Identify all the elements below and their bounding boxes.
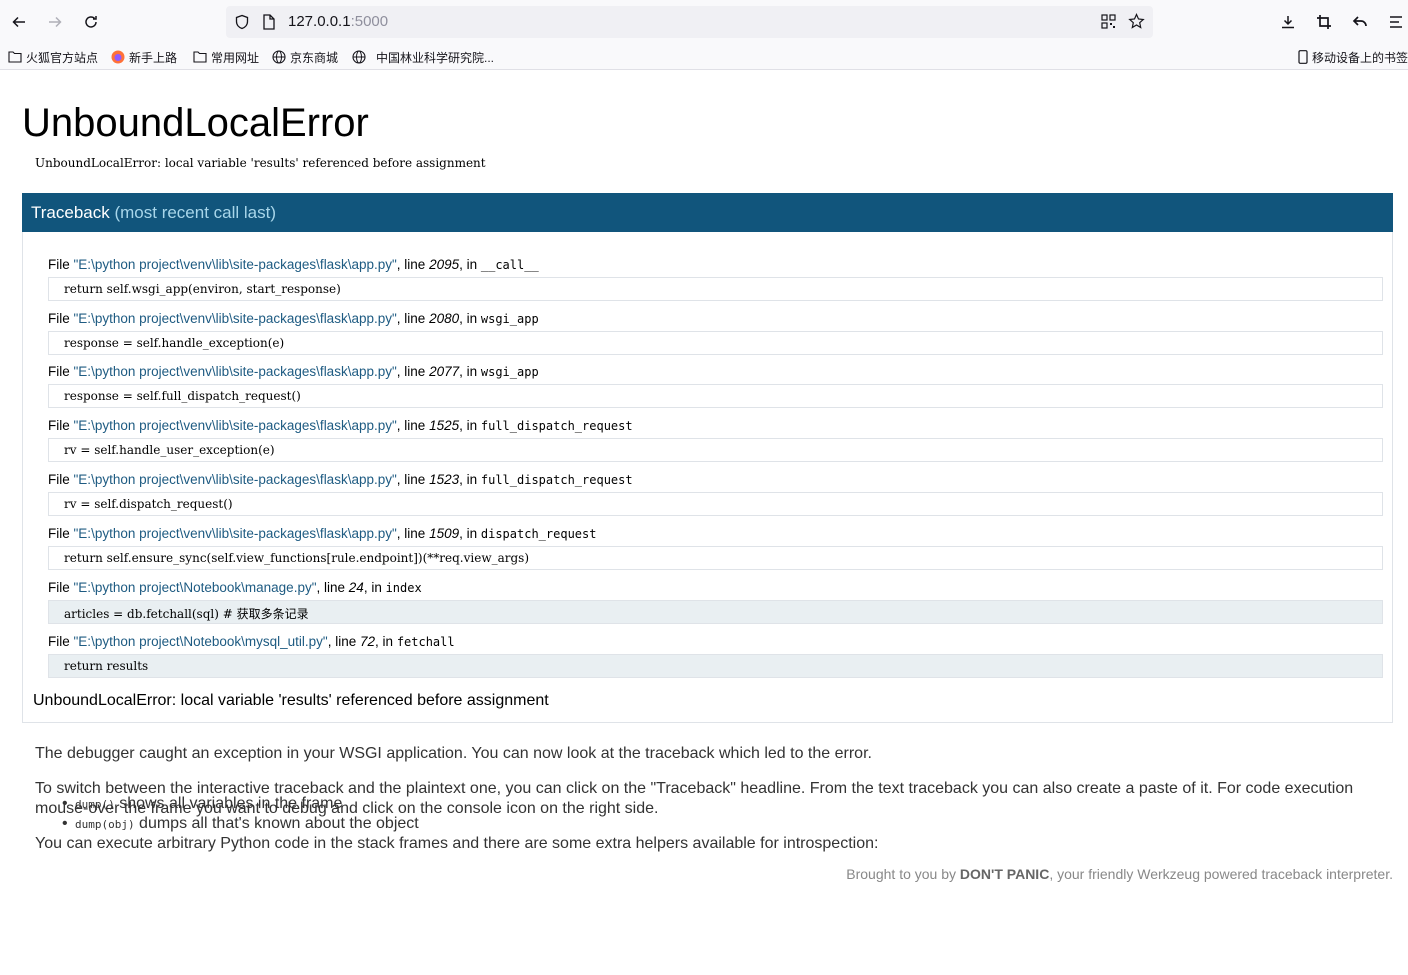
frame-header: File "E:\python project\Notebook\mysql_u…: [48, 634, 455, 649]
bookmark-item[interactable]: 火狐官方站点: [8, 47, 98, 67]
traceback-frame[interactable]: File "E:\python project\Notebook\manage.…: [48, 580, 1383, 624]
frame-line-number: 72: [360, 634, 376, 649]
traceback-frame[interactable]: File "E:\python project\Notebook\mysql_u…: [48, 634, 1383, 678]
globe-icon: [272, 50, 286, 64]
back-button[interactable]: [5, 8, 33, 36]
crop-icon: [1317, 15, 1331, 29]
folder-icon: [193, 51, 207, 63]
frame-line-number: 1509: [429, 526, 460, 541]
browser-toolbar: 127.0.0.1:5000: [0, 0, 1408, 44]
menu-icon: [1390, 16, 1402, 28]
frame-header: File "E:\python project\venv\lib\site-pa…: [48, 257, 539, 272]
frame-function: wsgi_app: [480, 312, 539, 326]
frame-function: index: [385, 581, 422, 595]
menu-button[interactable]: [1382, 8, 1408, 36]
traceback-frame[interactable]: File "E:\python project\venv\lib\site-pa…: [48, 257, 1383, 301]
undo-button[interactable]: [1346, 8, 1374, 36]
traceback-frame[interactable]: File "E:\python project\venv\lib\site-pa…: [48, 472, 1383, 516]
traceback-body: File "E:\python project\venv\lib\site-pa…: [22, 232, 1393, 723]
forward-button[interactable]: [41, 8, 69, 36]
frame-line-number: 2080: [429, 311, 460, 326]
frame-header: File "E:\python project\venv\lib\site-pa…: [48, 418, 633, 433]
frame-source-line[interactable]: return self.ensure_sync(self.view_functi…: [48, 546, 1383, 570]
page-title: UnboundLocalError: [22, 101, 369, 145]
frame-function: full_dispatch_request: [480, 419, 633, 433]
downloads-button[interactable]: [1274, 8, 1302, 36]
frame-line-number: 2095: [429, 257, 460, 272]
folder-icon: [8, 51, 22, 63]
frame-source-line[interactable]: response = self.full_dispatch_request(): [48, 384, 1383, 408]
frame-filename: "E:\python project\Notebook\manage.py": [73, 580, 317, 595]
traceback-subheading: (most recent call last): [114, 203, 277, 222]
helper-list: • dump() shows all variables in the frame…: [62, 795, 419, 835]
bookmark-item[interactable]: 新手上路: [111, 47, 177, 67]
frame-source-line[interactable]: return results: [48, 654, 1383, 678]
page-icon: [263, 14, 275, 30]
footer-brand: DON'T PANIC: [959, 866, 1050, 882]
frame-source-line[interactable]: articles = db.fetchall(sql) # 获取多条记录: [48, 600, 1383, 624]
explanation-paragraph: The debugger caught an exception in your…: [35, 745, 872, 762]
frame-source-line[interactable]: rv = self.dispatch_request(): [48, 492, 1383, 516]
screenshot-button[interactable]: [1310, 8, 1338, 36]
frame-filename: "E:\python project\venv\lib\site-package…: [73, 472, 397, 487]
reload-button[interactable]: [77, 8, 105, 36]
firefox-icon: [111, 50, 125, 64]
traceback-frame[interactable]: File "E:\python project\venv\lib\site-pa…: [48, 418, 1383, 462]
frame-line-number: 1523: [429, 472, 460, 487]
frame-filename: "E:\python project\Notebook\mysql_util.p…: [73, 634, 328, 649]
frame-header: File "E:\python project\Notebook\manage.…: [48, 580, 422, 595]
traceback-frame[interactable]: File "E:\python project\venv\lib\site-pa…: [48, 526, 1383, 570]
bookmark-item[interactable]: 京东商城: [272, 47, 338, 67]
list-item: • dump(obj) dumps all that's known about …: [62, 815, 419, 832]
footer: Brought to you by DON'T PANIC, your frie…: [846, 866, 1393, 882]
frame-source-line[interactable]: response = self.handle_exception(e): [48, 331, 1383, 355]
frame-filename: "E:\python project\venv\lib\site-package…: [73, 311, 397, 326]
download-icon: [1282, 16, 1294, 29]
globe-icon: [352, 50, 366, 64]
bookmark-item[interactable]: 常用网址: [193, 47, 259, 67]
frame-header: File "E:\python project\venv\lib\site-pa…: [48, 311, 539, 326]
frame-line-number: 2077: [429, 364, 460, 379]
arrow-left-icon: [12, 16, 25, 28]
frame-source-line[interactable]: return self.wsgi_app(environ, start_resp…: [48, 277, 1383, 301]
frame-function: fetchall: [396, 635, 455, 649]
frame-function: __call__: [480, 258, 539, 272]
traceback-header[interactable]: Traceback (most recent call last): [22, 193, 1393, 232]
url-bar[interactable]: 127.0.0.1:5000: [226, 6, 1153, 38]
frame-function: dispatch_request: [480, 527, 597, 541]
frame-filename: "E:\python project\venv\lib\site-package…: [73, 418, 397, 433]
explanation-paragraph: You can execute arbitrary Python code in…: [35, 835, 879, 852]
traceback-heading[interactable]: Traceback: [31, 203, 110, 222]
frame-filename: "E:\python project\venv\lib\site-package…: [73, 526, 397, 541]
reload-icon: [85, 16, 97, 28]
bookmarks-bar: 火狐官方站点 新手上路 常用网址 京东商城 中国林业科学研究院... 移动设备上…: [0, 44, 1408, 70]
mobile-device-icon: [1298, 50, 1308, 64]
list-item: • dump() shows all variables in the frame: [62, 795, 343, 812]
traceback-frame[interactable]: File "E:\python project\venv\lib\site-pa…: [48, 311, 1383, 355]
bookmark-item[interactable]: 中国林业科学研究院...: [352, 47, 494, 67]
frame-header: File "E:\python project\venv\lib\site-pa…: [48, 472, 633, 487]
frame-source-line[interactable]: rv = self.handle_user_exception(e): [48, 438, 1383, 462]
frame-function: full_dispatch_request: [480, 473, 633, 487]
undo-arrow-icon: [1352, 16, 1367, 27]
frame-line-number: 1525: [429, 418, 460, 433]
error-message: UnboundLocalError: local variable 'resul…: [35, 156, 486, 170]
frame-line-number: 24: [348, 580, 364, 595]
qr-code-icon[interactable]: [1101, 14, 1116, 29]
arrow-right-icon: [49, 16, 62, 28]
url-text[interactable]: 127.0.0.1:5000: [288, 13, 388, 30]
frame-filename: "E:\python project\venv\lib\site-package…: [73, 364, 397, 379]
bookmark-star-icon[interactable]: [1128, 13, 1145, 30]
frame-header: File "E:\python project\venv\lib\site-pa…: [48, 364, 539, 379]
frame-filename: "E:\python project\venv\lib\site-package…: [73, 257, 397, 272]
mobile-bookmarks[interactable]: 移动设备上的书签: [1298, 47, 1408, 67]
final-error-message: UnboundLocalError: local variable 'resul…: [33, 692, 549, 709]
frame-function: wsgi_app: [480, 365, 539, 379]
frame-header: File "E:\python project\venv\lib\site-pa…: [48, 526, 597, 541]
traceback-frame[interactable]: File "E:\python project\venv\lib\site-pa…: [48, 364, 1383, 408]
shield-icon: [235, 14, 249, 30]
